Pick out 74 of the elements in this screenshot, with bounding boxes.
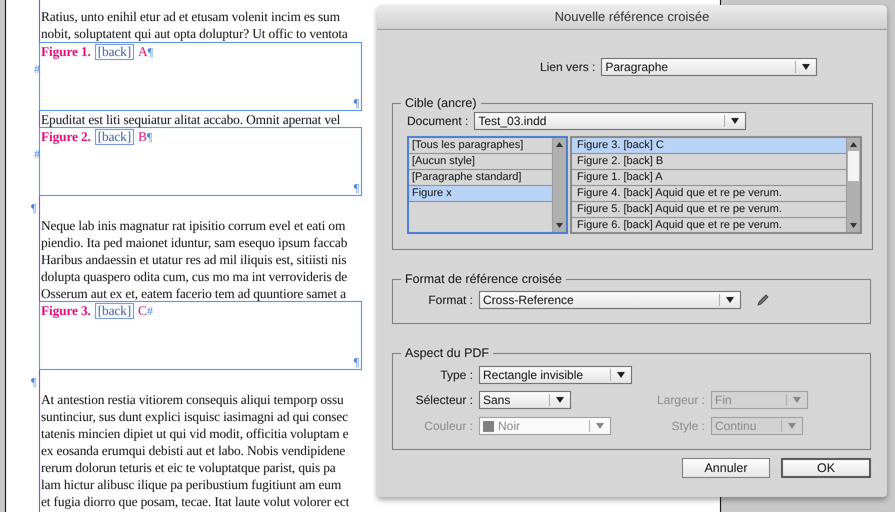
body-text-line: At antestion restia vitiorem consequis aliqui temporp ossu bbox=[40, 391, 345, 408]
figure-letter: B bbox=[138, 128, 147, 145]
style-label: Style : bbox=[670, 419, 705, 433]
format-select[interactable]: Cross-Reference bbox=[479, 291, 741, 309]
paragraph-list-item[interactable]: Figure 3. [back] C bbox=[572, 138, 846, 154]
paragraph-list-item[interactable]: Figure 6. [back] Aquid que et re pe verum. bbox=[572, 218, 846, 234]
scroll-up-icon[interactable] bbox=[850, 142, 857, 147]
group-legend: Format de référence croisée bbox=[401, 272, 566, 286]
back-link[interactable]: [back] bbox=[94, 129, 134, 145]
end-mark: ¶ bbox=[146, 129, 152, 146]
format-label: Format : bbox=[427, 293, 473, 307]
caret-icon bbox=[617, 372, 625, 378]
ok-button[interactable]: OK bbox=[781, 458, 871, 478]
scrollbar[interactable] bbox=[552, 138, 566, 232]
caret-icon bbox=[726, 297, 734, 303]
color-label: Couleur : bbox=[423, 419, 473, 433]
paragraph-list-item[interactable]: Figure 2. [back] B bbox=[572, 154, 846, 170]
cancel-button[interactable]: Annuler bbox=[682, 458, 770, 478]
body-text-line: Haribus andaessin et utatur res ad mil iliquis est, sitiisti nis bbox=[40, 251, 348, 268]
width-label: Largeur : bbox=[656, 393, 705, 407]
end-mark: # bbox=[146, 303, 153, 320]
caret-icon bbox=[596, 423, 604, 429]
type-select[interactable]: Rectangle invisible bbox=[479, 366, 632, 384]
group-legend: Aspect du PDF bbox=[401, 346, 494, 360]
body-text-line: tatenis mincien dipiet ut qui vid modit, officitia voluptam e bbox=[40, 425, 350, 442]
pilcrow-mark: ¶ bbox=[354, 97, 359, 109]
body-text-line: suntinciur, sus dunt explici isquisc iasimagni ad qui consec bbox=[40, 408, 349, 425]
pilcrow-mark: ¶ bbox=[31, 374, 38, 391]
group-legend: Cible (ancre) bbox=[401, 96, 481, 110]
scroll-down-icon[interactable] bbox=[850, 223, 857, 228]
scrollbar[interactable] bbox=[846, 138, 860, 232]
body-text-line: dolupta quaspero odita cum, cus mo ma int verrovideris de bbox=[40, 268, 348, 285]
caret-icon bbox=[788, 423, 796, 429]
back-link[interactable]: [back] bbox=[94, 303, 134, 319]
caret-icon bbox=[793, 397, 801, 403]
body-text-line: Ratius, unto enihil etur ad et etusam volenit incim es sum bbox=[40, 8, 341, 25]
type-label: Type : bbox=[439, 368, 473, 382]
caret-icon bbox=[556, 397, 564, 403]
figure-letter: A bbox=[138, 43, 148, 60]
figure-number: Figure 3. bbox=[41, 302, 91, 319]
back-link[interactable]: [back] bbox=[94, 44, 134, 60]
body-text-line: lam hictur alibusc ilique pa peribustium fugitiunt am eum bbox=[40, 476, 342, 493]
end-mark: ¶ bbox=[148, 44, 153, 61]
body-text-line: Neque lab inis magnatur rat ipisitio corrum evel et eati om bbox=[40, 217, 346, 234]
link-to-select[interactable]: Paragraphe bbox=[601, 58, 818, 76]
selector-select[interactable]: Sans bbox=[479, 391, 571, 409]
body-text-line: Epuditat est liti sequiatur alitat accabo. Omnit apernat vel bbox=[40, 111, 342, 128]
document-label: Document : bbox=[407, 114, 468, 128]
body-text-line: piendio. Ita ped maionet iduntur, sam esequo ipsum faccab bbox=[40, 234, 348, 251]
figure-number: Figure 2. bbox=[41, 128, 91, 145]
pilcrow-mark: ¶ bbox=[31, 200, 38, 217]
body-text-line: nobit, soluptatent qui aut opta doluptur? Ut offic to ventota bbox=[40, 25, 349, 42]
paragraph-list-item[interactable]: Figure 5. [back] Aquid que et re pe verum. bbox=[572, 202, 846, 218]
pilcrow-mark: ¶ bbox=[354, 182, 359, 194]
figure-number: Figure 1. bbox=[41, 43, 91, 60]
pencil-icon[interactable] bbox=[757, 294, 769, 306]
figure-letter: C bbox=[138, 302, 147, 319]
body-text-line: ex eosanda erumqui debisti aut et labo. Nobis vendipidene bbox=[40, 442, 346, 459]
color-swatch-icon bbox=[483, 420, 494, 432]
document-select[interactable]: Test_03.indd bbox=[474, 112, 746, 130]
paragraph-list-item[interactable]: Figure 4. [back] Aquid que et re pe verum. bbox=[572, 186, 846, 202]
caret-icon bbox=[802, 64, 810, 70]
scroll-down-icon[interactable] bbox=[556, 223, 563, 228]
dialog-title: Nouvelle référence croisée bbox=[377, 5, 887, 30]
style-list-item[interactable]: Figure x bbox=[409, 186, 552, 202]
scroll-up-icon[interactable] bbox=[556, 142, 563, 147]
body-text-line: Osserum aut ex et, eatem facerio tem ad quuntiore samet a bbox=[40, 285, 347, 302]
link-to-label: Lien vers : bbox=[540, 60, 596, 74]
paragraph-list-item[interactable]: Figure 1. [back] A bbox=[572, 170, 846, 186]
pilcrow-mark: ¶ bbox=[354, 356, 359, 368]
body-text-line: rerum dolorun teturis et eic te voluptatque parist, quis pa bbox=[40, 459, 337, 476]
body-text-line: et fugia diorro que posam, tecae. Itat laute volut volorer ect bbox=[40, 493, 350, 510]
selector-label: Sélecteur : bbox=[414, 393, 473, 407]
caret-icon bbox=[731, 118, 740, 124]
